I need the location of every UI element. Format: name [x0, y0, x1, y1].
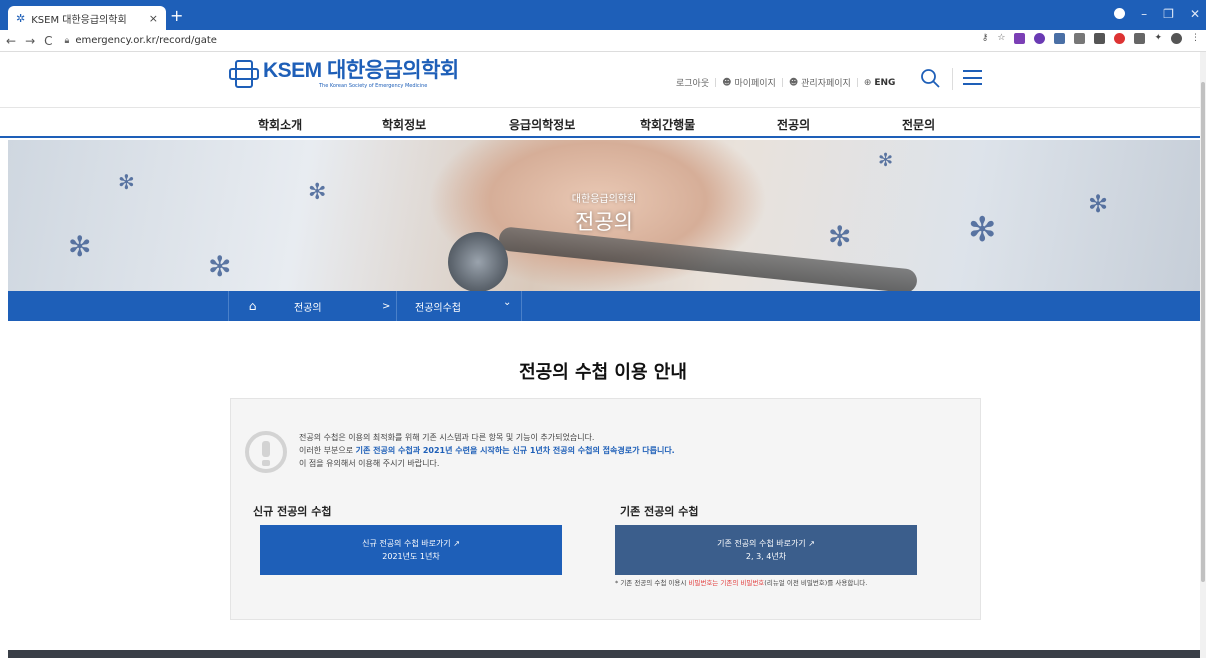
exclamation-icon — [245, 431, 287, 473]
star-icon[interactable]: ☆ — [997, 33, 1005, 44]
nav-item-info[interactable]: 학회정보 — [382, 116, 426, 133]
admin-icon: ☻ — [788, 77, 799, 88]
hero-banner: ✻ ✻ ✻ ✻ ✻ ✻ ✻ ✻ 대한응급의학회 전공의 — [8, 140, 1200, 291]
url-text: emergency.or.kr/record/gate — [75, 35, 217, 46]
forward-icon[interactable]: → — [25, 34, 35, 48]
new-handbook-button[interactable]: 신규 전공의 수첩 바로가기 ↗ 2021년도 1년차 — [260, 525, 562, 575]
browser-tab[interactable]: ✲ KSEM 대한응급의학회 × — [8, 6, 166, 30]
nav-item-publications[interactable]: 학회간행물 — [640, 116, 695, 133]
mypage-link[interactable]: 마이페이지 — [734, 76, 775, 89]
avatar[interactable] — [1171, 33, 1182, 44]
breadcrumb-level2-dropdown[interactable]: 전공의수첩 ⌄ — [396, 291, 522, 321]
nav-item-resident[interactable]: 전공의 — [777, 116, 810, 133]
guide-box: 전공의 수첩은 이용의 최적화를 위해 기존 시스템과 다른 항목 및 기능이 … — [230, 398, 981, 620]
old-handbook-heading: 기존 전공의 수첩 — [620, 505, 699, 518]
stethoscope-image — [448, 232, 508, 291]
old-handbook-button[interactable]: 기존 전공의 수첩 바로가기 ↗ 2, 3, 4년차 — [615, 525, 917, 575]
nav-item-specialist[interactable]: 전문의 — [902, 116, 935, 133]
logo-text: KSEM 대한응급의학회 — [263, 59, 459, 82]
location-bar: ⌂ 전공의 > 전공의수첩 ⌄ — [8, 291, 1200, 321]
hero-subtitle: 대한응급의학회 — [571, 194, 637, 205]
opera-icon[interactable] — [1114, 33, 1126, 44]
reload-icon[interactable]: C — [44, 34, 52, 48]
minimize-icon[interactable]: – — [1141, 7, 1147, 21]
user-icon: ☻ — [722, 77, 732, 88]
new-tab-button[interactable]: + — [170, 8, 183, 24]
breadcrumb-label: 전공의 — [294, 302, 322, 314]
eng-link[interactable]: ENG — [874, 78, 895, 88]
extension-icon[interactable] — [1054, 33, 1066, 44]
globe-icon: ⊕ — [863, 77, 872, 88]
browser-tab-bar: ✲ KSEM 대한응급의학회 × + – ❐ ✕ — [0, 0, 1206, 30]
puzzle-icon[interactable]: ✦ — [1154, 33, 1162, 44]
logout-link[interactable]: 로그아웃 — [676, 76, 709, 89]
home-icon: ⌂ — [248, 299, 257, 313]
hero-title: 전공의 — [575, 210, 633, 234]
tab-title: KSEM 대한응급의학회 — [31, 14, 127, 26]
key-icon[interactable]: ⚷ — [982, 33, 989, 44]
ksem-logo-icon — [229, 56, 259, 92]
window-controls: – ❐ ✕ — [1114, 7, 1200, 21]
page-title: 전공의 수첩 이용 안내 — [519, 362, 687, 383]
logo-subtext: The Korean Society of Emergency Medicine — [319, 83, 428, 89]
profile-icon[interactable] — [1114, 8, 1126, 19]
extension-icon[interactable] — [1034, 33, 1046, 44]
extension-icon[interactable] — [1014, 33, 1026, 44]
breadcrumb-level1[interactable]: 전공의 > — [276, 291, 396, 321]
chevron-right-icon: > — [382, 300, 391, 312]
nav-item-em-info[interactable]: 응급의학정보 — [509, 116, 575, 133]
flower-pattern-icon: ✻ — [208, 250, 232, 283]
scrollbar[interactable] — [1200, 52, 1206, 658]
breadcrumb-label: 전공의수첩 — [415, 302, 461, 314]
new-handbook-heading: 신규 전공의 수첩 — [253, 505, 332, 518]
extension-icon[interactable] — [1074, 33, 1086, 44]
url-field[interactable]: 🔒︎ emergency.or.kr/record/gate — [65, 35, 217, 46]
back-icon[interactable]: ← — [6, 34, 16, 48]
nav-item-about[interactable]: 학회소개 — [258, 116, 302, 133]
utility-menu: 로그아웃 | ☻ 마이페이지 | ☻ 관리자페이지 | ⊕ ENG — [676, 76, 896, 90]
ksem-favicon-icon: ✲ — [16, 11, 26, 25]
main-navigation: 학회소개 학회정보 응급의학정보 학회간행물 전공의 전문의 — [0, 108, 1206, 138]
footer — [8, 650, 1200, 658]
password-note: * 기존 전공의 수첩 이용시 비밀번호는 기존의 비밀번호(리뉴얼 이전 비밀… — [615, 579, 868, 587]
notice-text: 전공의 수첩은 이용의 최적화를 위해 기존 시스템과 다른 항목 및 기능이 … — [299, 433, 675, 468]
search-icon[interactable] — [920, 68, 940, 88]
tab-close-icon[interactable]: × — [149, 12, 158, 25]
extensions: ⚷ ☆ ✦ ⋮ — [982, 33, 1200, 44]
maximize-icon[interactable]: ❐ — [1163, 7, 1174, 21]
more-icon[interactable]: ⋮ — [1191, 33, 1200, 44]
address-bar: ← → C 🔒︎ emergency.or.kr/record/gate ⚷ ☆… — [0, 30, 1206, 52]
site-header: KSEM 대한응급의학회 The Korean Society of Emerg… — [0, 52, 1206, 108]
site-logo[interactable]: KSEM 대한응급의학회 The Korean Society of Emerg… — [229, 56, 459, 92]
admin-link[interactable]: 관리자페이지 — [801, 76, 851, 89]
chevron-down-icon: ⌄ — [503, 297, 512, 308]
lock-icon: 🔒︎ — [64, 35, 70, 46]
extension-icon[interactable] — [1134, 33, 1146, 44]
close-window-icon[interactable]: ✕ — [1190, 7, 1200, 21]
flower-pattern-icon: ✻ — [878, 150, 894, 171]
extension-icon[interactable] — [1094, 33, 1106, 44]
hamburger-menu-icon[interactable] — [963, 70, 982, 85]
home-button[interactable]: ⌂ — [228, 291, 276, 321]
